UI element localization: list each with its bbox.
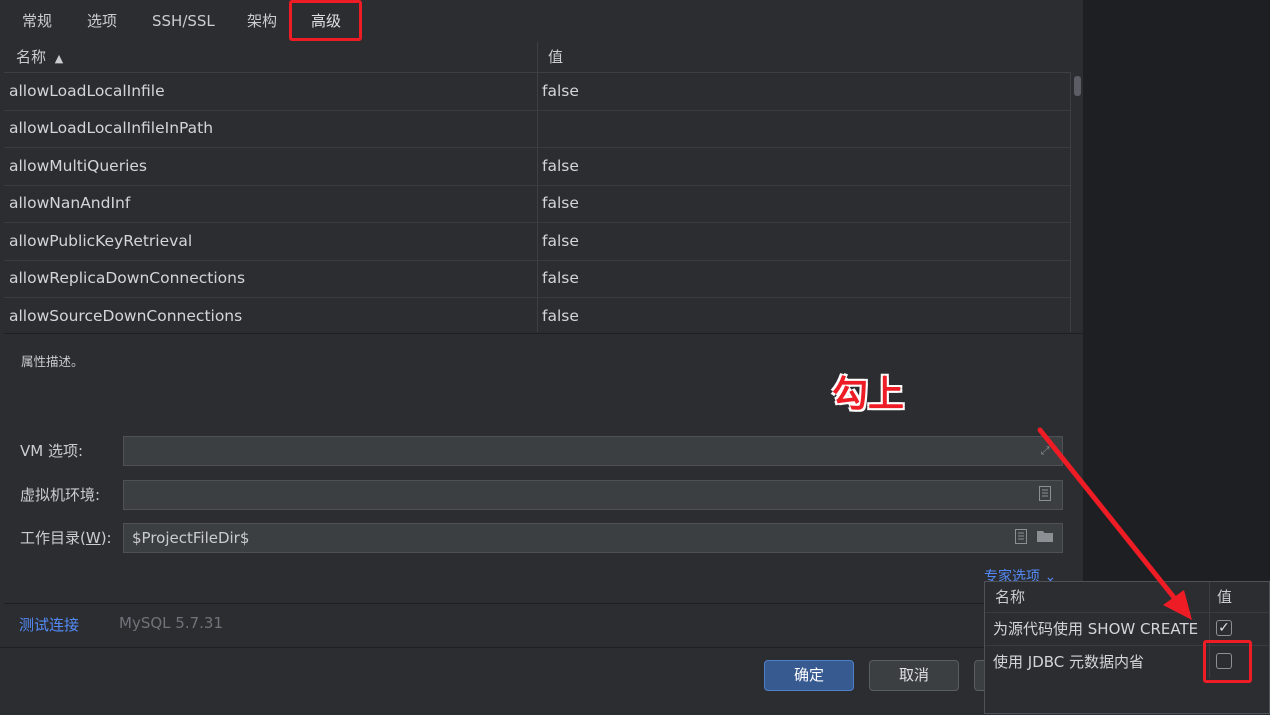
- property-name: allowNanAndInf: [9, 194, 131, 212]
- column-header-value[interactable]: 值: [548, 42, 563, 72]
- property-name: allowSourceDownConnections: [9, 307, 243, 325]
- scrollbar-thumb[interactable]: [1074, 76, 1081, 96]
- property-name: allowPublicKeyRetrieval: [9, 232, 193, 250]
- property-description-panel: 属性描述。: [4, 333, 1083, 604]
- property-description: 属性描述。: [21, 354, 84, 369]
- folder-icon[interactable]: [1036, 529, 1054, 547]
- property-name: allowLoadLocalInfile: [9, 82, 165, 100]
- annotation-highlight-box: [1203, 640, 1252, 683]
- database-version: MySQL 5.7.31: [119, 614, 223, 632]
- document-icon[interactable]: [1012, 529, 1030, 547]
- test-connection-link[interactable]: 测试连接: [19, 614, 79, 635]
- table-row[interactable]: allowReplicaDownConnections false: [4, 260, 1070, 298]
- annotation-text: 勾上: [832, 374, 905, 415]
- annotation-highlight-box: [289, 0, 362, 41]
- vm-environment-input[interactable]: [123, 480, 1063, 510]
- show-create-checkbox[interactable]: ✓: [1216, 620, 1232, 636]
- property-value[interactable]: false: [542, 185, 579, 222]
- vm-options-label: VM 选项:: [20, 442, 84, 460]
- popup-column-header-name[interactable]: 名称: [995, 582, 1025, 612]
- property-value[interactable]: false: [542, 260, 579, 297]
- property-value[interactable]: false: [542, 223, 579, 260]
- property-name: allowLoadLocalInfileInPath: [9, 119, 214, 137]
- tab-bar: 常规 选项 SSH/SSL 架构 高级: [0, 0, 1083, 42]
- document-icon[interactable]: [1036, 486, 1054, 504]
- table-row[interactable]: allowLoadLocalInfileInPath: [4, 110, 1070, 148]
- vm-options-input[interactable]: ⤢: [123, 436, 1063, 466]
- sort-ascending-icon: ▲: [54, 52, 64, 65]
- vm-environment-label: 虚拟机环境:: [20, 486, 101, 504]
- ok-button[interactable]: 确定: [764, 660, 854, 691]
- tab-options[interactable]: 选项: [87, 0, 117, 42]
- property-value[interactable]: false: [542, 148, 579, 185]
- tab-ssh-ssl[interactable]: SSH/SSL: [152, 0, 215, 42]
- option-name: 使用 JDBC 元数据内省: [993, 653, 1145, 671]
- property-name: allowMultiQueries: [9, 157, 148, 175]
- table-row[interactable]: allowMultiQueries false: [4, 148, 1070, 186]
- tab-general[interactable]: 常规: [22, 0, 52, 42]
- option-name: 为源代码使用 SHOW CREATE: [993, 620, 1199, 638]
- popup-column-header-value[interactable]: 值: [1217, 582, 1232, 612]
- property-value[interactable]: false: [542, 73, 579, 110]
- tab-schemas[interactable]: 架构: [247, 0, 277, 42]
- working-directory-input[interactable]: $ProjectFileDir$: [123, 523, 1063, 553]
- property-value[interactable]: false: [542, 298, 579, 332]
- working-directory-label: 工作目录(W):: [20, 529, 112, 547]
- properties-table: 名称 ▲ 值 allowLoadLocalInfile false allowL…: [4, 42, 1083, 332]
- table-row[interactable]: allowNanAndInf false: [4, 185, 1070, 223]
- table-row[interactable]: allowPublicKeyRetrieval false: [4, 223, 1070, 261]
- vertical-scrollbar[interactable]: [1070, 72, 1083, 332]
- column-header-name[interactable]: 名称 ▲: [16, 42, 63, 72]
- table-row[interactable]: allowSourceDownConnections false: [4, 298, 1070, 332]
- expand-icon[interactable]: ⤢: [1036, 442, 1054, 460]
- property-name: allowReplicaDownConnections: [9, 269, 246, 287]
- cancel-button[interactable]: 取消: [869, 660, 959, 691]
- table-row[interactable]: allowLoadLocalInfile false: [4, 73, 1070, 111]
